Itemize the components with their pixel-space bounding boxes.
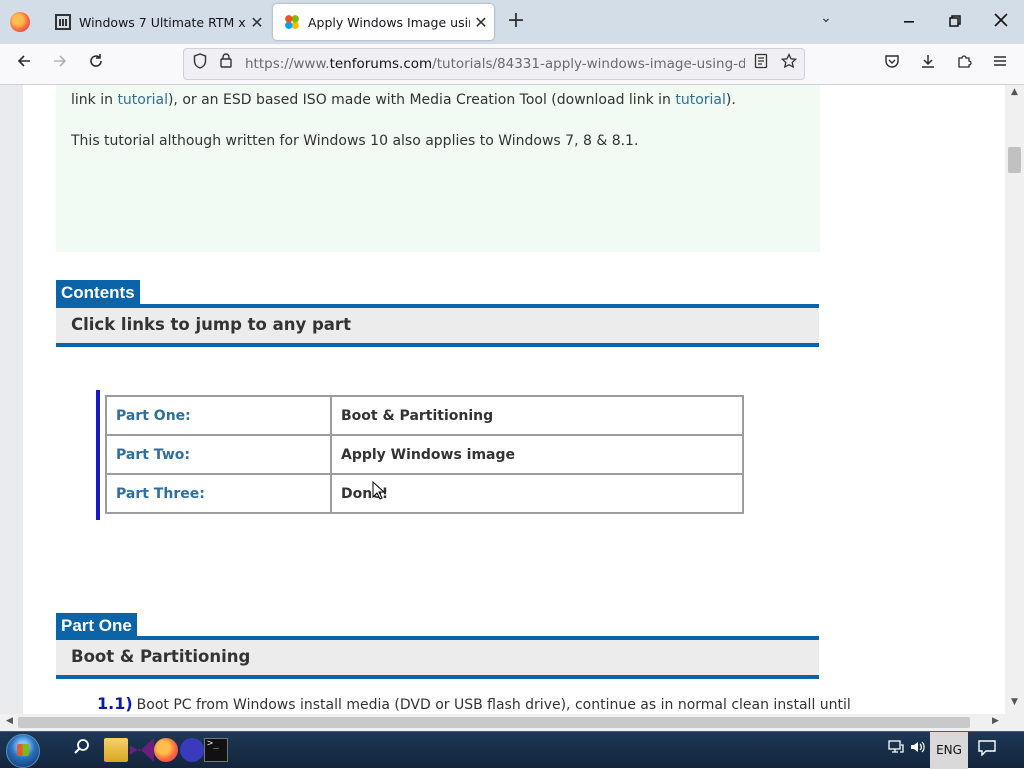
file-explorer-icon[interactable] (104, 738, 128, 762)
vm-icon[interactable] (180, 738, 204, 762)
notice-line-1: link in tutorial), or an ESD based ISO m… (71, 92, 736, 108)
firefox-icon[interactable] (154, 738, 178, 762)
contents-heading: Click links to jump to any part (71, 315, 351, 334)
part-three-link[interactable]: Part Three: (105, 473, 332, 514)
part-two-desc: Apply Windows image (330, 434, 744, 475)
forward-arrow-icon[interactable] (46, 50, 74, 78)
list-all-tabs-icon[interactable]: ⌄ (814, 10, 838, 34)
archive-favicon-icon (55, 14, 71, 30)
table-row: Part One: Boot & Partitioning (105, 395, 744, 436)
minimize-button[interactable] (886, 0, 932, 44)
contents-table: Part One: Boot & Partitioning Part Two: … (105, 395, 744, 514)
tab-title: Apply Windows Image using DI (308, 14, 470, 30)
contents-tag: Contents (56, 280, 140, 306)
tutorial-link[interactable]: tutorial (117, 92, 168, 108)
notice-box: link in tutorial), or an ESD based ISO m… (56, 85, 820, 252)
close-tab-icon[interactable]: ✕ (470, 13, 492, 32)
part-three-desc: Done! (330, 473, 744, 514)
horizontal-scroll-thumb[interactable] (18, 717, 970, 728)
part-one-link[interactable]: Part One: (105, 395, 332, 436)
step-1-1: 1.1) Boot PC from Windows install media (… (97, 694, 851, 713)
navigation-toolbar: https://www.tenforums.com/tutorials/8433… (0, 44, 1024, 85)
start-orb-icon[interactable] (6, 734, 40, 768)
vertical-scrollbar[interactable]: ▲ ▼ (1005, 85, 1024, 714)
horizontal-scrollbar[interactable]: ◀ ▶ (0, 714, 1005, 731)
visual-studio-icon[interactable] (130, 738, 154, 762)
page-left-gutter (0, 85, 23, 714)
tab-strip: Windows 7 Ultimate RTM x64 (J ✕ Apply Wi… (0, 0, 1024, 44)
tab-apply-windows-image[interactable]: Apply Windows Image using DI ✕ (273, 4, 494, 40)
part-one-heading-bar: Boot & Partitioning (56, 636, 819, 679)
scroll-up-arrow-icon[interactable]: ▲ (1005, 87, 1024, 97)
pocket-icon[interactable] (878, 50, 906, 78)
taskbar: >_ ENG (0, 731, 1024, 769)
contents-heading-bar: Click links to jump to any part (56, 304, 819, 347)
page-viewport: link in tutorial), or an ESD based ISO m… (0, 85, 1005, 714)
step-text: Boot PC from Windows install media (DVD … (136, 697, 851, 713)
app-menu-hamburger-icon[interactable] (986, 50, 1014, 78)
scroll-down-arrow-icon[interactable]: ▼ (1005, 697, 1024, 707)
maximize-button[interactable] (932, 0, 978, 44)
close-tab-icon[interactable]: ✕ (246, 13, 268, 32)
table-row: Part Two: Apply Windows image (105, 434, 744, 475)
part-two-link[interactable]: Part Two: (105, 434, 332, 475)
close-window-button[interactable] (978, 0, 1024, 44)
scroll-left-arrow-icon[interactable]: ◀ (0, 716, 19, 726)
vertical-scroll-thumb[interactable] (1008, 147, 1021, 173)
reload-icon[interactable] (82, 50, 110, 78)
toc-accent-bar (96, 390, 100, 520)
url-text[interactable]: https://www.tenforums.com/tutorials/8433… (245, 56, 745, 72)
firefox-logo-icon[interactable] (10, 12, 30, 32)
table-row: Part Three: Done! (105, 473, 744, 514)
tutorial-link[interactable]: tutorial (675, 92, 726, 108)
tab-title: Windows 7 Ultimate RTM x64 (J (79, 14, 246, 30)
input-language-indicator[interactable]: ENG (930, 732, 968, 769)
downloads-icon[interactable] (914, 50, 942, 78)
part-one-desc: Boot & Partitioning (330, 395, 744, 436)
address-bar[interactable]: https://www.tenforums.com/tutorials/8433… (183, 48, 805, 80)
action-center-icon[interactable] (978, 740, 996, 760)
reader-view-icon[interactable] (750, 53, 772, 75)
tracking-protection-shield-icon[interactable] (189, 53, 211, 75)
scrollbar-corner (1005, 714, 1024, 731)
volume-icon[interactable] (910, 740, 926, 758)
notice-line-2: This tutorial although written for Windo… (71, 133, 639, 149)
back-arrow-icon[interactable] (10, 50, 38, 78)
scroll-right-arrow-icon[interactable]: ▶ (986, 716, 1005, 726)
step-number: 1.1) (97, 694, 133, 713)
part-one-heading: Boot & Partitioning (71, 647, 251, 666)
tenforums-favicon-icon (284, 14, 300, 30)
terminal-icon[interactable]: >_ (204, 738, 228, 762)
bookmark-star-icon[interactable] (778, 52, 800, 75)
tab-windows7[interactable]: Windows 7 Ultimate RTM x64 (J ✕ (44, 4, 270, 40)
search-icon[interactable] (70, 738, 94, 762)
mouse-pointer-icon (372, 481, 386, 500)
extensions-puzzle-icon[interactable] (950, 50, 978, 78)
lock-icon[interactable] (215, 53, 237, 75)
new-tab-button[interactable]: + (503, 8, 529, 36)
network-icon[interactable] (888, 740, 904, 758)
